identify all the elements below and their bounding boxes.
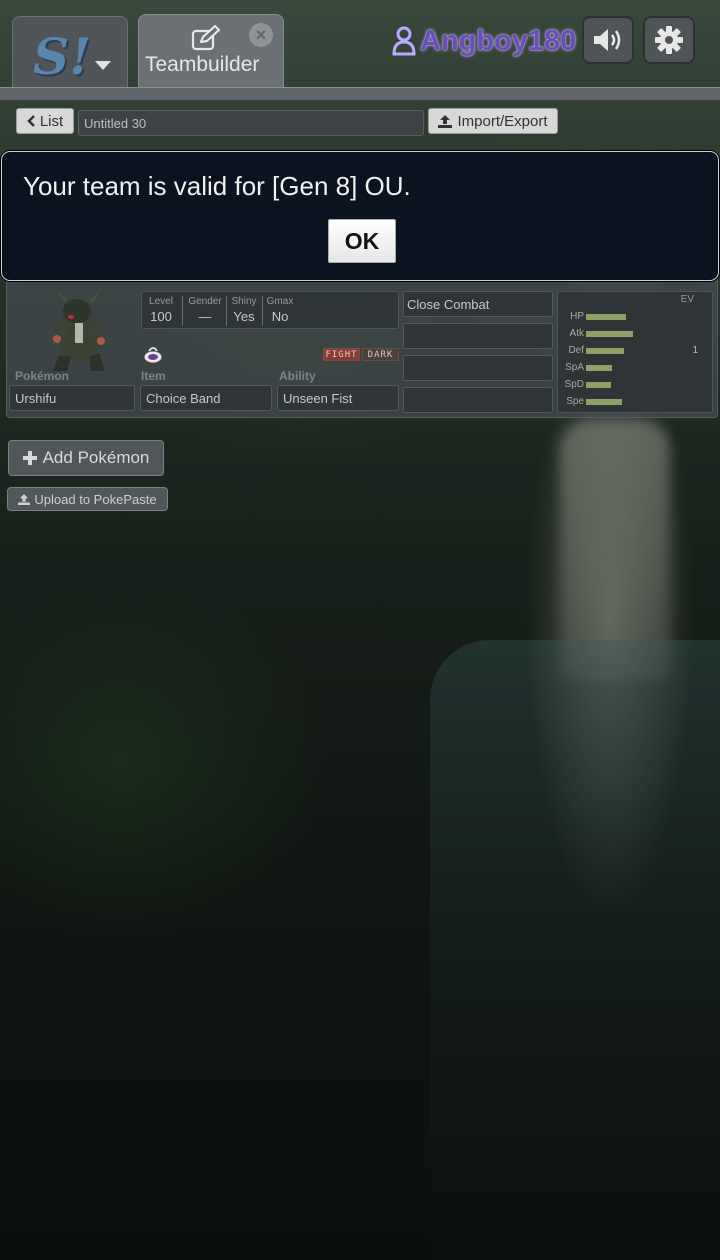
team-name-input[interactable]: Untitled 30: [78, 110, 424, 136]
stat-bar: [586, 382, 611, 388]
stat-bar: [586, 399, 622, 405]
move-input-2[interactable]: [403, 323, 553, 349]
stat-row-spa: SpA: [558, 361, 714, 375]
user-badge[interactable]: Angboy180: [392, 24, 576, 58]
upload-icon: [18, 493, 31, 505]
plus-icon: [22, 451, 37, 465]
gear-icon: [655, 26, 683, 54]
shiny-field: Shiny Yes: [231, 296, 257, 324]
ability-field-label: Ability: [279, 369, 316, 383]
upload-icon: [438, 114, 453, 128]
upload-pokepaste-button[interactable]: Upload to PokePaste: [7, 487, 168, 511]
stat-row-hp: HP: [558, 310, 714, 324]
pokemon-set-card[interactable]: Level 100 Gender — Shiny Yes Gmax No FIG…: [6, 276, 718, 418]
ok-button[interactable]: OK: [328, 219, 396, 263]
team-toolbar: List Untitled 30 Import/Export: [0, 104, 720, 140]
details-panel[interactable]: Level 100 Gender — Shiny Yes Gmax No: [141, 291, 399, 329]
move-input-4[interactable]: [403, 387, 553, 413]
ability-input[interactable]: Unseen Fist: [277, 385, 399, 411]
stat-row-atk: Atk: [558, 327, 714, 341]
close-icon[interactable]: ×: [249, 23, 273, 47]
item-field-label: Item: [141, 369, 166, 383]
chevron-left-icon: [27, 115, 35, 127]
item-input[interactable]: Choice Band: [140, 385, 272, 411]
edit-icon: [191, 25, 221, 51]
stat-bar: [586, 365, 612, 371]
pokemon-field-label: Pokémon: [15, 369, 70, 383]
add-pokemon-button[interactable]: Add Pokémon: [8, 440, 164, 476]
move-input-3[interactable]: [403, 355, 553, 381]
import-export-button[interactable]: Import/Export: [428, 108, 558, 134]
details-separator: [226, 296, 227, 326]
stat-row-spe: Spe: [558, 395, 714, 409]
import-export-label: Import/Export: [457, 112, 548, 130]
tab-teambuilder-label: Teambuilder: [145, 53, 260, 76]
header: S! Teambuilder × Angboy180: [0, 0, 720, 102]
gender-field: Gender —: [188, 296, 222, 324]
upload-pokepaste-label: Upload to PokePaste: [34, 491, 157, 507]
add-pokemon-label: Add Pokémon: [42, 448, 150, 467]
type-badge-dark: DARK: [362, 348, 399, 361]
move-input-1[interactable]: Close Combat: [403, 291, 553, 317]
dropdown-caret-icon: [95, 61, 111, 70]
stats-panel[interactable]: EV HP Atk Def 1 SpA SpD Spe: [557, 291, 713, 413]
list-button-label: List: [39, 112, 64, 130]
stat-bar: [586, 314, 626, 320]
settings-button[interactable]: [643, 16, 695, 64]
stat-bar: [586, 331, 633, 337]
showdown-logo: S!: [33, 27, 92, 86]
details-separator: [182, 296, 183, 326]
pokemon-name-input[interactable]: Urshifu: [9, 385, 135, 411]
level-field: Level 100: [149, 296, 173, 324]
username: Angboy180: [420, 24, 577, 57]
tab-teambuilder[interactable]: Teambuilder ×: [138, 14, 284, 88]
volume-icon: [594, 29, 621, 51]
stat-row-def: Def 1: [568, 345, 698, 356]
choice-band-icon: [143, 347, 163, 364]
main-menu-tab[interactable]: S!: [12, 16, 128, 88]
ev-header: EV: [680, 294, 694, 305]
sound-button[interactable]: [582, 16, 634, 64]
validation-dialog: Your team is valid for [Gen 8] OU. OK: [1, 151, 719, 281]
details-separator: [262, 296, 263, 326]
moves-list: Close Combat: [403, 291, 553, 419]
user-icon: [392, 26, 416, 56]
stat-row-spd: SpD: [558, 378, 714, 392]
dialog-message: Your team is valid for [Gen 8] OU.: [23, 171, 411, 201]
gmax-field: Gmax No: [266, 296, 294, 324]
type-badge-fight: FIGHT: [323, 348, 360, 361]
pokemon-sprite: [53, 289, 105, 371]
tab-bar-divider: [0, 87, 720, 101]
stat-bar: [586, 348, 624, 354]
list-button[interactable]: List: [16, 108, 74, 134]
